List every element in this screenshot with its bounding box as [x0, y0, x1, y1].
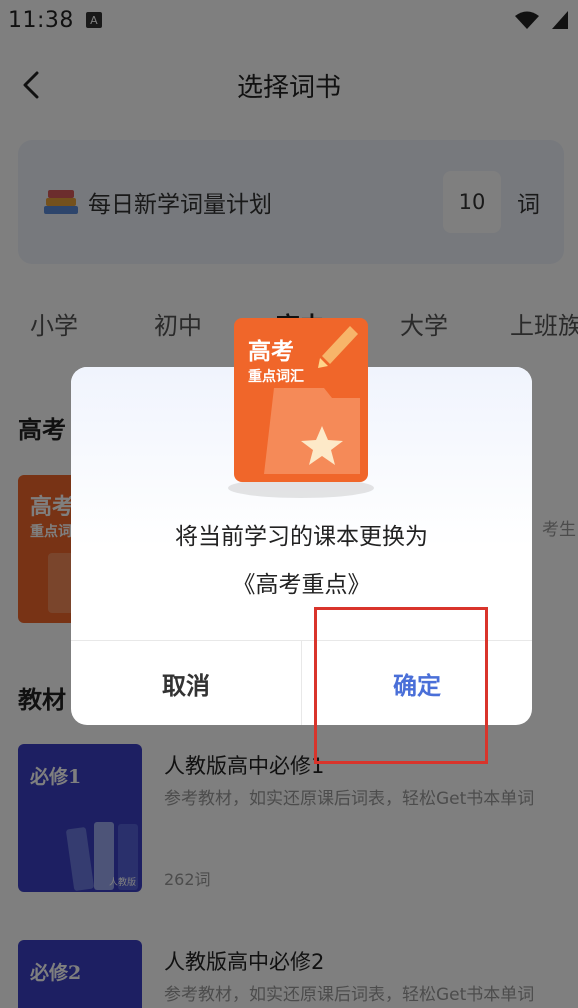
dialog-book-cover: 高考 重点词汇 — [234, 318, 368, 482]
dialog-book-name: 《高考重点》 — [232, 572, 371, 598]
cancel-button[interactable]: 取消 — [71, 641, 302, 725]
dialog-book-title: 高考 — [248, 338, 294, 365]
dialog-message: 将当前学习的课本更换为 — [175, 524, 428, 550]
highlight-annotation — [314, 607, 488, 764]
dialog-book-subtitle: 重点词汇 — [248, 369, 304, 385]
